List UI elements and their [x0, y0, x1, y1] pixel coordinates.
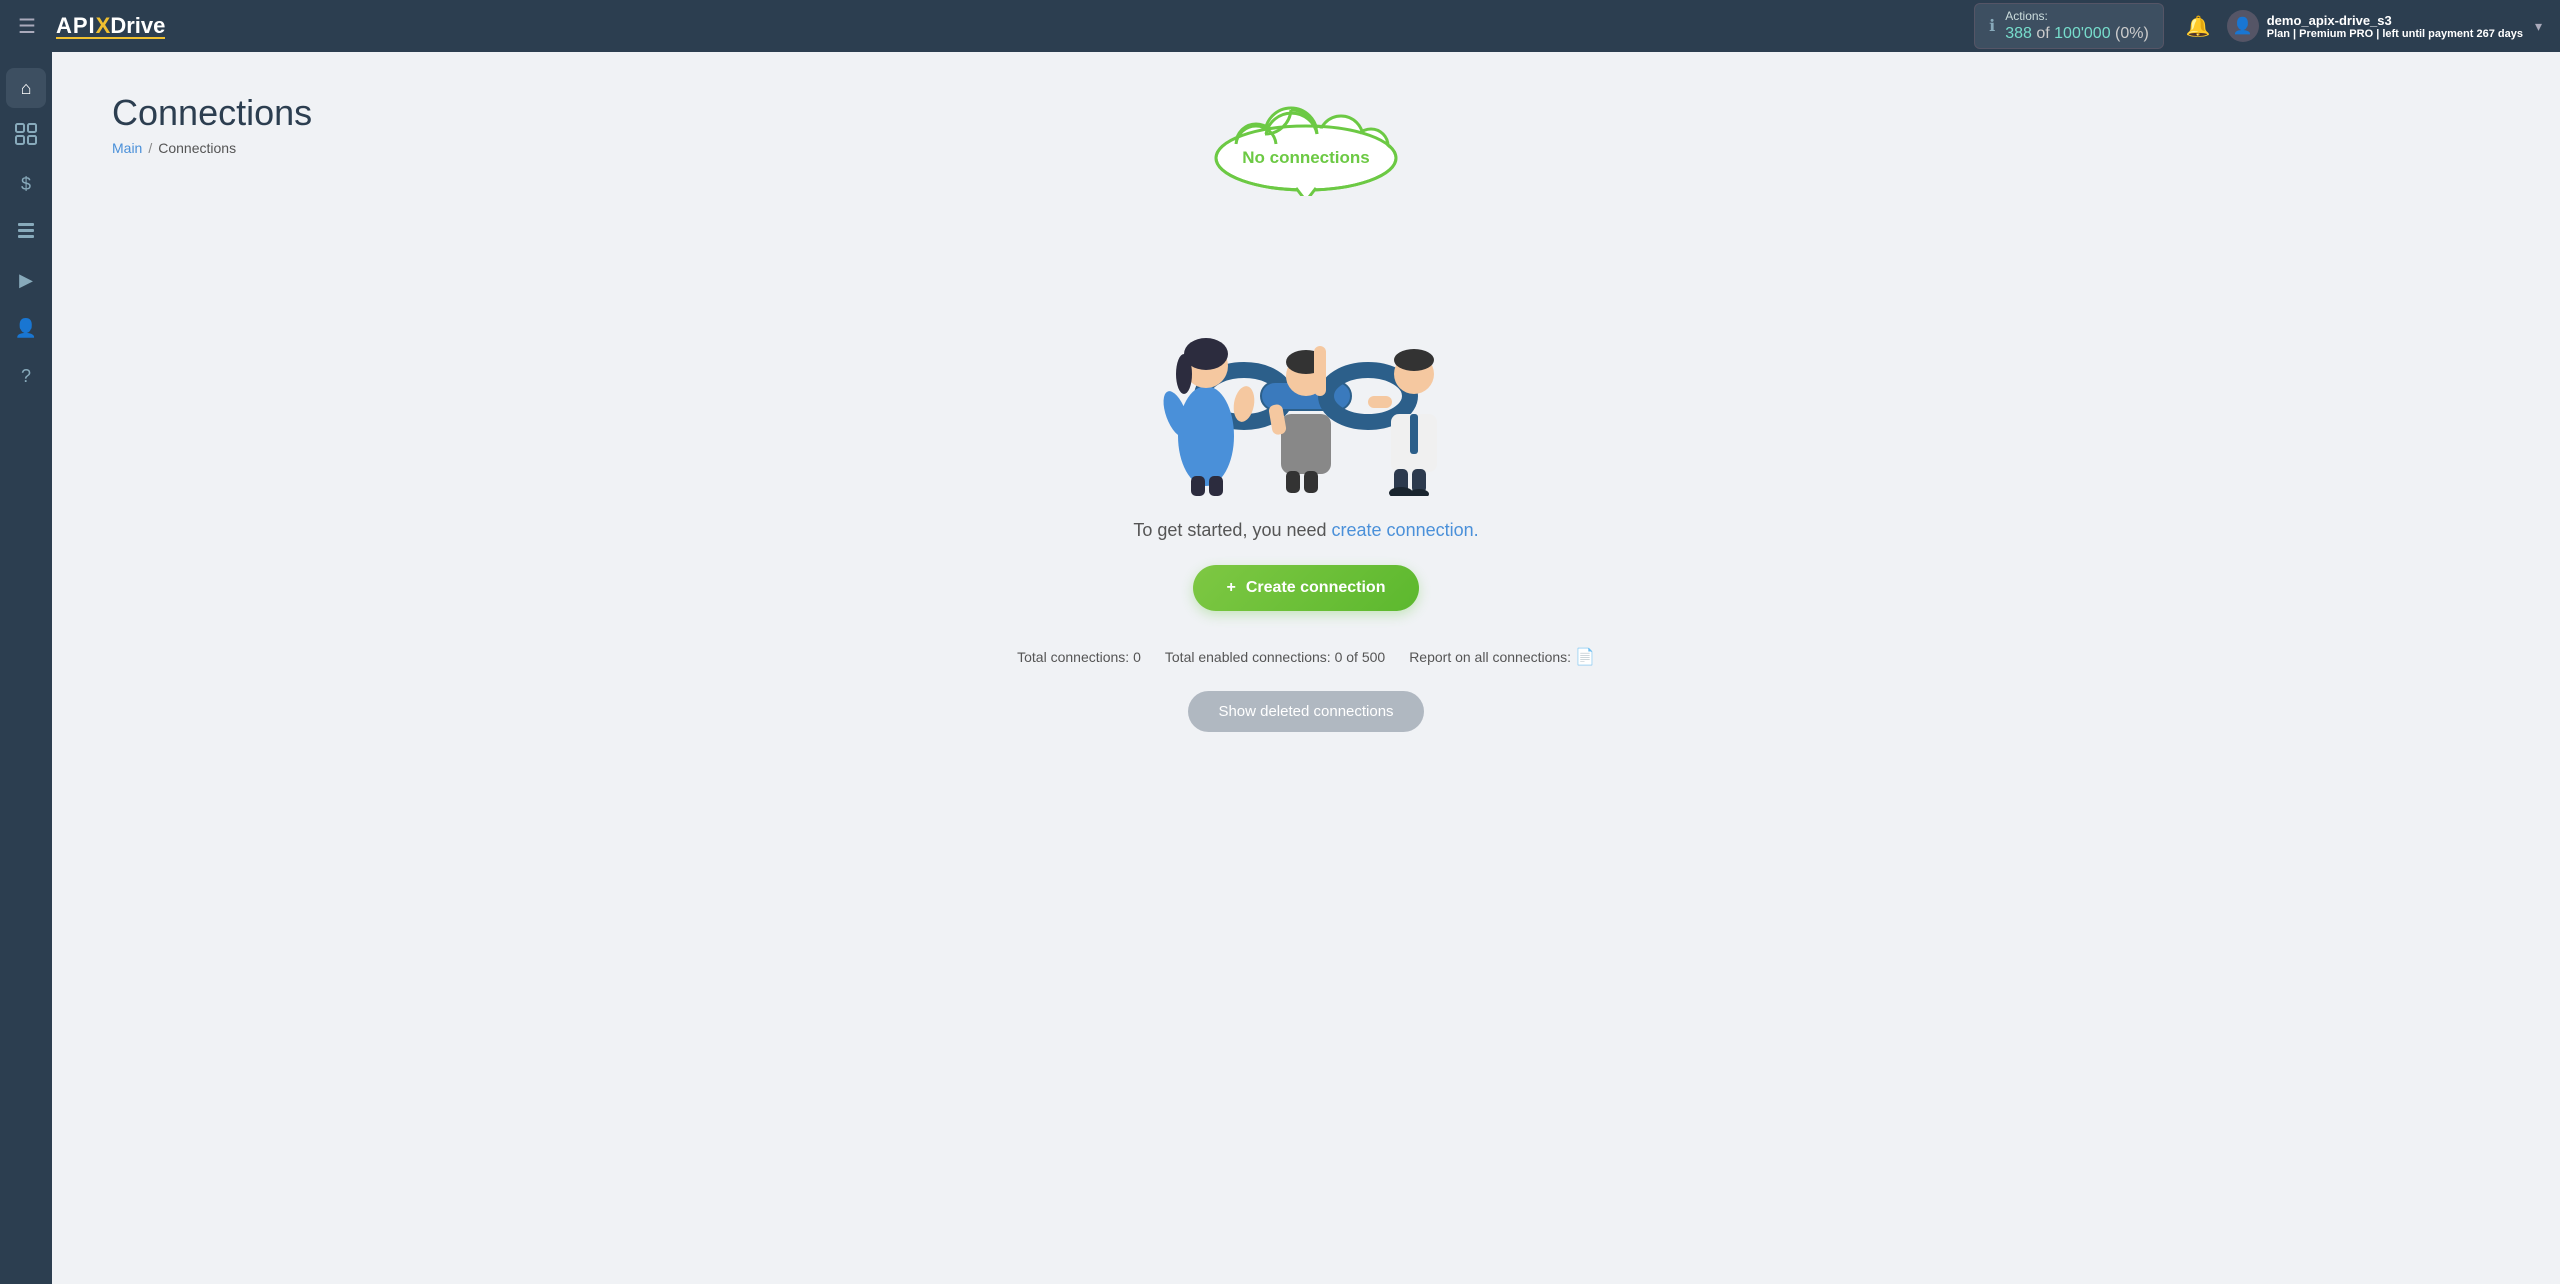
user-section[interactable]: 👤 demo_apix-drive_s3 Plan | Premium PRO … [2227, 10, 2542, 42]
user-info: demo_apix-drive_s3 Plan | Premium PRO | … [2267, 13, 2523, 40]
cloud-speech-bubble: No connections [1196, 106, 1416, 196]
main-content: Connections Main / Connections [52, 52, 2560, 1284]
cta-text: To get started, you need create connecti… [1133, 520, 1478, 541]
total-connections-stat: Total connections: 0 [1017, 649, 1141, 665]
svg-text:No connections: No connections [1242, 148, 1370, 167]
report-stat: Report on all connections: 📄 [1409, 647, 1595, 667]
user-chevron-icon: ▾ [2535, 18, 2542, 35]
create-btn-label: Create connection [1246, 579, 1386, 597]
create-connection-button[interactable]: + Create connection [1193, 565, 1420, 611]
report-icon[interactable]: 📄 [1575, 649, 1595, 666]
illustration: No connections [1126, 196, 1486, 496]
topnav: ☰ APIXDrive ℹ Actions: 388 of 100'000 (0… [0, 0, 2560, 52]
center-area: No connections [112, 196, 2500, 732]
sidebar-item-billing[interactable]: $ [6, 164, 46, 204]
stats-row: Total connections: 0 Total enabled conne… [1017, 647, 1595, 667]
info-icon: ℹ [1989, 16, 1995, 36]
total-enabled-stat: Total enabled connections: 0 of 500 [1165, 649, 1385, 665]
plus-icon: + [1227, 579, 1236, 597]
billing-icon: $ [21, 174, 31, 195]
connections-icon [15, 123, 37, 150]
create-connection-link[interactable]: create connection. [1332, 520, 1479, 540]
logo-x: X [96, 13, 111, 38]
tools-icon [16, 220, 36, 245]
account-icon: 👤 [15, 318, 37, 339]
actions-sep: of [2032, 25, 2054, 42]
sidebar-item-connections[interactable] [6, 116, 46, 156]
actions-label: Actions: [2005, 9, 2149, 23]
breadcrumb-home[interactable]: Main [112, 140, 142, 156]
home-icon: ⌂ [21, 78, 32, 99]
user-name: demo_apix-drive_s3 [2267, 13, 2523, 28]
actions-badge[interactable]: ℹ Actions: 388 of 100'000 (0%) [1974, 3, 2164, 49]
actions-value: 388 of 100'000 (0%) [2005, 24, 2149, 43]
show-deleted-button[interactable]: Show deleted connections [1188, 691, 1423, 732]
actions-badge-text: Actions: 388 of 100'000 (0%) [2005, 9, 2149, 43]
actions-pct: (0%) [2111, 25, 2149, 42]
main-layout: ⌂ $ ▶ [0, 52, 2560, 1284]
help-icon: ? [21, 366, 31, 387]
sidebar-item-media[interactable]: ▶ [6, 260, 46, 300]
actions-count: 388 [2005, 25, 2032, 42]
sidebar-item-tools[interactable] [6, 212, 46, 252]
sidebar: ⌂ $ ▶ [0, 52, 52, 1284]
sidebar-item-home[interactable]: ⌂ [6, 68, 46, 108]
actions-total: 100'000 [2054, 25, 2110, 42]
logo-drive: Drive [110, 13, 165, 38]
logo: APIXDrive [56, 13, 165, 39]
hamburger-menu[interactable]: ☰ [18, 14, 36, 39]
notifications-bell[interactable]: 🔔 [2186, 14, 2211, 39]
play-icon: ▶ [19, 270, 33, 291]
user-avatar: 👤 [2227, 10, 2259, 42]
avatar-icon: 👤 [2233, 16, 2253, 36]
sidebar-item-account[interactable]: 👤 [6, 308, 46, 348]
breadcrumb-current: Connections [158, 140, 236, 156]
people-chain-illustration [1096, 266, 1516, 496]
breadcrumb-separator: / [148, 140, 152, 156]
sidebar-item-help[interactable]: ? [6, 356, 46, 396]
logo-api: API [56, 13, 96, 38]
user-plan: Plan | Premium PRO | left until payment … [2267, 28, 2523, 40]
